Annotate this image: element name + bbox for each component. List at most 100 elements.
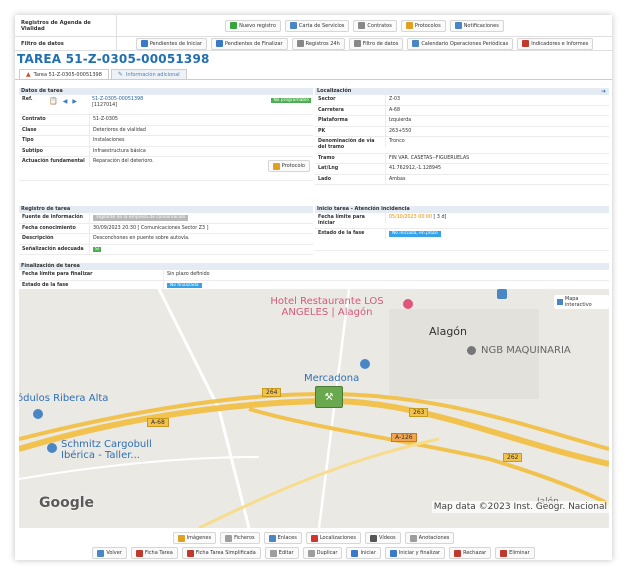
prev-icon[interactable]: ◀ — [63, 98, 68, 105]
senalizacion-cell: Sí — [89, 244, 313, 255]
protocolo-button[interactable]: Protocolo — [267, 160, 310, 173]
agenda-contratos-button[interactable]: Contratos — [353, 19, 397, 32]
mercadona-pin-icon[interactable] — [360, 359, 370, 369]
finalizacion-fecha-row: Fecha límite para finalizar Sin plazo de… — [19, 270, 609, 281]
table-row: Descripción Desconchones en puente sobre … — [19, 234, 313, 245]
alagon-label[interactable]: Alagón — [429, 325, 467, 338]
row-label: Contrato — [22, 117, 46, 122]
action-editar-button[interactable]: Editar — [264, 547, 299, 559]
row-value: Deterioros de vialidad — [89, 125, 313, 136]
attach-anotaciones-button[interactable]: Anotaciones — [404, 532, 455, 544]
action-eliminar-button[interactable]: Eliminar — [495, 547, 535, 559]
modulos-pin-icon[interactable] — [33, 409, 43, 419]
agenda-toolbar: Registros de Agenda de Vialidad Nuevo re… — [15, 15, 612, 37]
attach-vídeos-button[interactable]: Vídeos — [364, 532, 401, 544]
filter-filtro-de-datos-button[interactable]: Filtro de datos — [348, 37, 404, 50]
localizacion-header: Localización ➜ — [315, 88, 609, 95]
registro-section: Registro de tarea Fuente de información … — [19, 206, 313, 256]
card-icon — [289, 22, 297, 29]
protocol-icon — [405, 22, 413, 29]
tab-bar: ▲ Tarea 51-Z-0305-00051398 ✎ Información… — [19, 69, 187, 79]
attach-ficheros-button[interactable]: Ficheros — [220, 532, 260, 544]
tab-divider — [15, 79, 612, 80]
row-value: Infraestructura básica — [89, 146, 313, 157]
filter-indicadores-e-informes-button[interactable]: Indicadores e Informes — [517, 37, 594, 50]
modulos-label[interactable]: ódulos Ribera Alta — [19, 393, 108, 404]
row-label: Tramo — [318, 155, 335, 161]
action-iniciar-y-finalizar-button[interactable]: Iniciar y finalizar — [384, 547, 446, 559]
play-icon — [351, 549, 359, 557]
actuacion-value: Reparación del deterioro. — [89, 157, 265, 167]
ref-controls: 📋 ◀ ▶ — [49, 95, 89, 105]
mapa-interactivo-button[interactable]: Mapa interactivo — [554, 295, 609, 309]
action-iniciar-button[interactable]: Iniciar — [346, 547, 381, 559]
agenda-carta-de-servicios-button[interactable]: Carta de Servicios — [284, 19, 350, 32]
inicio-fecha-label: Fecha límite para iniciar — [318, 215, 365, 226]
no-programable-cell: No programable — [269, 95, 313, 105]
schmitz-pin-icon[interactable] — [47, 443, 57, 453]
agenda-protocolos-button[interactable]: Protocolos — [400, 19, 446, 32]
inicio-section: Inicio tarea - Atención incidencia Fecha… — [315, 206, 609, 252]
filter-registros-24h-button[interactable]: Registros 24h — [291, 37, 345, 50]
action-ficha-tarea-simplificada-button[interactable]: Ficha Tarea Simplificada — [181, 547, 261, 559]
action-ficha-tarea-button[interactable]: Ficha Tarea — [130, 547, 178, 559]
action-volver-button[interactable]: Volver — [92, 547, 127, 559]
ref-sub: [1127014] — [92, 102, 118, 108]
reject-icon — [454, 549, 462, 557]
filter-toolbar-label: Filtro de datos — [15, 37, 117, 50]
bus-stop-icon[interactable] — [497, 289, 507, 299]
attach-localizaciones-button[interactable]: Localizaciones — [305, 532, 361, 544]
hotel-label[interactable]: Hotel Restaurante LOS ANGELES | Alagón — [257, 296, 397, 318]
row-label: Tipo — [22, 138, 34, 144]
table-row: Clase Deterioros de vialidad — [19, 125, 313, 137]
duplicate-icon — [307, 549, 315, 557]
edit-icon — [269, 549, 277, 557]
action-duplicar-button[interactable]: Duplicar — [302, 547, 343, 559]
ngb-label[interactable]: NGB MAQUINARIA — [481, 345, 571, 356]
arrow-right-icon[interactable]: ➜ — [601, 88, 606, 95]
row-value: Tronco — [385, 137, 609, 147]
link-icon — [268, 534, 276, 542]
table-row: Plataforma Izquierda — [315, 116, 609, 127]
ngb-pin-icon[interactable] — [467, 346, 476, 355]
filter-calendario-operaciones-periódicas-button[interactable]: Calendario Operaciones Periódicas — [407, 37, 514, 50]
attach-enlaces-button[interactable]: Enlaces — [263, 532, 302, 544]
action-rechazar-button[interactable]: Rechazar — [449, 547, 492, 559]
schmitz-label[interactable]: Schmitz Cargobull Ibérica - Taller... — [61, 439, 181, 461]
hotel-pin-icon[interactable] — [403, 299, 413, 309]
map-icon — [557, 299, 563, 305]
mercadona-label[interactable]: Mercadona — [304, 373, 359, 384]
next-icon[interactable]: ▶ — [72, 98, 77, 105]
tab-tarea[interactable]: ▲ Tarea 51-Z-0305-00051398 — [19, 69, 109, 79]
filter-pendientes-de-iniciar-button[interactable]: Pendientes de Iniciar — [135, 37, 207, 50]
row-value: Ambas — [385, 174, 609, 185]
datos-header: Datos de tarea — [19, 88, 313, 95]
file-icon — [225, 534, 233, 542]
table-row: PK 263+550 — [315, 126, 609, 138]
row-value: 30/09/2023 20:30 [ Comunicaciones Sector… — [89, 223, 313, 234]
table-row: Fecha conocimiento 30/09/2023 20:30 [ Com… — [19, 223, 313, 235]
agenda-nuevo-registro-button[interactable]: Nuevo registro — [225, 19, 281, 32]
attachments-toolbar: Imágenes Ficheros Enlaces Localizaciones Víd… — [15, 532, 612, 544]
filter-pendientes-de-finalizar-button[interactable]: Pendientes de Finalizar — [210, 37, 288, 50]
page-title: TAREA 51-Z-0305-00051398 — [17, 52, 210, 66]
tab-informacion-adicional[interactable]: ✎ Información adicional — [110, 69, 187, 79]
pin-icon — [310, 534, 318, 542]
row-value: 41.762912,-1.128945 — [385, 164, 609, 174]
attach-imágenes-button[interactable]: Imágenes — [172, 532, 217, 544]
inicio-fecha-extra: [ 3 d] — [433, 215, 447, 220]
row-label: Plataforma — [318, 118, 348, 124]
inicio-fecha-value: 05/10/2023 00:00 — [389, 215, 432, 220]
map-view[interactable]: Hotel Restaurante LOS ANGELES | Alagón A… — [19, 289, 609, 528]
pdf-icon — [135, 549, 143, 557]
map-canvas — [19, 289, 609, 528]
task-marker-icon[interactable]: ⚒ — [315, 386, 343, 408]
row-value: Izquierda — [385, 116, 609, 126]
table-row: Carretera A-68 — [315, 105, 609, 117]
search-icon — [353, 40, 361, 47]
agenda-notificaciones-button[interactable]: Notificaciones — [449, 19, 504, 32]
filter-toolbar: Filtro de datos Pendientes de Iniciar Pen… — [15, 37, 612, 51]
clipboard-icon[interactable]: 📋 — [49, 97, 58, 105]
finalizacion-fecha-value: Sin plazo definido — [163, 270, 609, 280]
row-value: FIN VAR. CASETAS--FIGUERUELAS — [385, 153, 609, 164]
